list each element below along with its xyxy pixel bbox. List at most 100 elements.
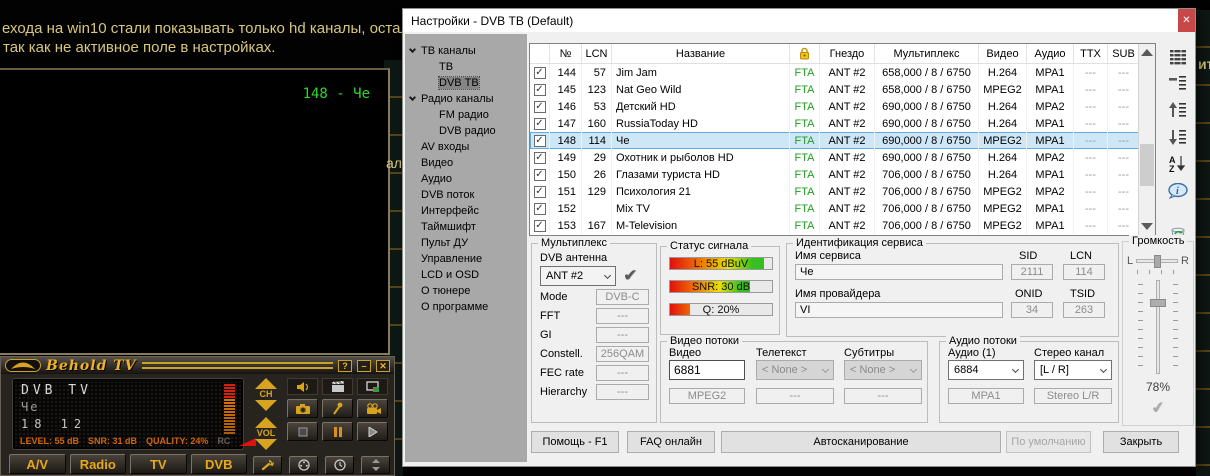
- dialog-close-button[interactable]: ✕: [1178, 9, 1195, 32]
- play-button[interactable]: [357, 422, 388, 441]
- stereo-select[interactable]: [L / R]: [1034, 360, 1112, 380]
- record-camcorder-button[interactable]: [357, 399, 388, 418]
- table-row[interactable]: ✓151129Психология 21FTAANT #2706,000 / 8…: [530, 183, 1155, 200]
- remove-channel-icon[interactable]: [1168, 73, 1188, 93]
- microphone-button[interactable]: [322, 399, 353, 418]
- tree-item[interactable]: DVB радио: [405, 123, 527, 139]
- updown-arrows-button[interactable]: [361, 456, 390, 474]
- service-name-value[interactable]: Че: [795, 264, 1003, 280]
- tree-item[interactable]: Аудио: [405, 171, 527, 187]
- cell-check[interactable]: ✓: [530, 149, 550, 166]
- tree-item[interactable]: DVB поток: [405, 187, 527, 203]
- column-header-sub[interactable]: SUB: [1108, 44, 1140, 63]
- player-minimize-button[interactable]: –: [357, 360, 371, 372]
- media-film-button[interactable]: [289, 456, 318, 474]
- cell-check[interactable]: ✓: [530, 166, 550, 183]
- channel-checkbox[interactable]: ✓: [534, 118, 546, 130]
- channel-checkbox[interactable]: ✓: [534, 67, 546, 79]
- tree-item[interactable]: О программе: [405, 299, 527, 315]
- tree-item[interactable]: AV входы: [405, 139, 527, 155]
- channel-checkbox[interactable]: ✓: [534, 203, 546, 215]
- sort-az-icon[interactable]: AZ: [1168, 153, 1188, 173]
- table-row[interactable]: ✓145123Nat Geo WildFTAANT #2658,000 / 8 …: [530, 81, 1155, 98]
- player-close-button[interactable]: ✕: [376, 360, 390, 372]
- volume-thumb[interactable]: [1150, 299, 1166, 307]
- cell-check[interactable]: ✓: [530, 98, 550, 115]
- chevron-expanded-icon[interactable]: [409, 94, 416, 101]
- tree-item[interactable]: LCD и OSD: [405, 267, 527, 283]
- tree-item[interactable]: ТВ: [405, 59, 527, 75]
- tree-item[interactable]: Таймшифт: [405, 219, 527, 235]
- column-header-video[interactable]: Видео: [979, 44, 1027, 63]
- column-header-ttx[interactable]: TTX: [1074, 44, 1108, 63]
- cell-check[interactable]: ✓: [530, 64, 550, 81]
- video-window[interactable]: 148 - Че: [0, 68, 390, 355]
- channel-checkbox[interactable]: ✓: [534, 169, 546, 181]
- dialog-titlebar[interactable]: Настройки - DVB ТВ (Default) ✕: [403, 9, 1195, 32]
- table-row[interactable]: ✓147160RussiaToday HDFTAANT #2690,000 / …: [530, 115, 1155, 132]
- video-pid-input[interactable]: 6881: [669, 360, 745, 380]
- tree-item[interactable]: Интерфейс: [405, 203, 527, 219]
- mode-button-radio[interactable]: Radio: [70, 454, 127, 474]
- table-row[interactable]: ✓14929Охотник и рыболов HDFTAANT #2690,0…: [530, 149, 1155, 166]
- tree-item[interactable]: О тюнере: [405, 283, 527, 299]
- column-header-name[interactable]: Название: [612, 44, 790, 63]
- mute-speaker-icon[interactable]: [287, 378, 318, 395]
- cell-check[interactable]: ✓: [530, 81, 550, 98]
- scheduler-clock-button[interactable]: [325, 456, 354, 474]
- tree-item[interactable]: DVB ТВ: [405, 75, 527, 91]
- cell-check[interactable]: ✓: [530, 217, 550, 234]
- audio-pid-select[interactable]: 6884: [948, 360, 1024, 380]
- close-button[interactable]: Закрыть: [1103, 431, 1179, 453]
- table-scrollbar[interactable]: [1138, 44, 1155, 235]
- column-header-audio[interactable]: Аудио: [1027, 44, 1074, 63]
- player-titlebar[interactable]: Behold TV ? – ✕: [1, 357, 394, 374]
- column-header-check[interactable]: [530, 44, 550, 63]
- table-row[interactable]: ✓148114ЧеFTAANT #2690,000 / 8 / 6750MPEG…: [530, 132, 1155, 149]
- channel-checkbox[interactable]: ✓: [534, 84, 546, 96]
- channel-down-button[interactable]: [255, 400, 277, 411]
- channel-checkbox[interactable]: ✓: [534, 101, 546, 113]
- column-header-lock[interactable]: [790, 44, 820, 63]
- scroll-up-icon[interactable]: [1141, 49, 1153, 56]
- channel-checkbox[interactable]: ✓: [534, 186, 546, 198]
- cell-check[interactable]: ✓: [530, 200, 550, 217]
- stop-button[interactable]: [287, 422, 318, 441]
- pip-monitor-icon[interactable]: [357, 378, 388, 395]
- balance-slider[interactable]: L R: [1127, 254, 1189, 268]
- channel-checkbox[interactable]: ✓: [534, 220, 546, 232]
- provider-value[interactable]: VI: [795, 302, 1003, 318]
- move-down-icon[interactable]: [1168, 127, 1188, 147]
- balance-track[interactable]: [1136, 259, 1178, 263]
- balance-thumb[interactable]: [1154, 255, 1161, 268]
- cell-check[interactable]: ✓: [530, 115, 550, 132]
- tree-item[interactable]: ТВ каналы: [405, 43, 527, 59]
- volume-down-button[interactable]: [255, 439, 277, 450]
- pause-button[interactable]: [322, 422, 353, 441]
- scrollbar-thumb[interactable]: [1140, 144, 1154, 186]
- channel-up-button[interactable]: [255, 378, 277, 389]
- cell-check[interactable]: ✓: [530, 132, 550, 149]
- table-row[interactable]: ✓153167M-TelevisionFTAANT #2706,000 / 8 …: [530, 217, 1155, 234]
- volume-track[interactable]: [1156, 280, 1160, 374]
- column-header-socket[interactable]: Гнездо: [820, 44, 875, 63]
- chevron-expanded-icon[interactable]: [409, 46, 416, 53]
- scroll-down-icon[interactable]: [1141, 223, 1153, 230]
- tree-item[interactable]: FM радио: [405, 107, 527, 123]
- channel-checkbox[interactable]: ✓: [534, 152, 546, 164]
- cell-check[interactable]: ✓: [530, 183, 550, 200]
- settings-wrench-button[interactable]: [253, 456, 282, 474]
- mode-button-dvb[interactable]: DVB: [191, 454, 248, 474]
- table-row[interactable]: ✓14653Детский HDFTAANT #2690,000 / 8 / 6…: [530, 98, 1155, 115]
- tree-item[interactable]: Радио каналы: [405, 91, 527, 107]
- tree-item[interactable]: Пульт ДУ: [405, 235, 527, 251]
- channel-checkbox[interactable]: ✓: [534, 135, 546, 147]
- mode-button-av[interactable]: A/V: [9, 454, 66, 474]
- faq-online-button[interactable]: FAQ онлайн: [627, 431, 715, 453]
- defaults-button[interactable]: По умолчанию: [1006, 431, 1091, 453]
- channel-info-icon[interactable]: i: [1168, 181, 1188, 201]
- table-row[interactable]: ✓15026Глазами туриста HDFTAANT #2706,000…: [530, 166, 1155, 183]
- snapshot-camera-button[interactable]: [287, 399, 318, 418]
- mode-button-tv[interactable]: TV: [130, 454, 187, 474]
- player-help-button[interactable]: ?: [338, 360, 352, 372]
